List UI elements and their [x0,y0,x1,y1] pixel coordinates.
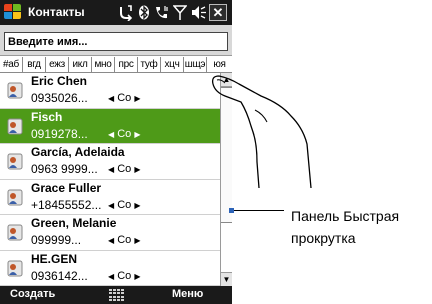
phone-signal-icon[interactable] [154,4,170,21]
contact-type-selector[interactable]: ◀ Со ▶ [108,234,141,246]
create-softkey[interactable]: Создать [10,288,55,300]
softkey-bar: Создать Меню [0,286,232,304]
contact-type-label: Со [117,269,132,282]
contact-row[interactable]: HE.GEN 0936142... ◀ Со ▶ [0,250,220,286]
alphabet-tab[interactable]: вгд [23,57,46,73]
contact-card-icon [7,118,23,134]
contact-list: Eric Chen 0935026... ◀ Со ▶ Fisch 091927… [0,73,220,286]
contact-type-selector[interactable]: ◀ Со ▶ [108,199,141,211]
contact-name: García, Adelaida [31,145,125,159]
alphabet-tab[interactable]: хцч [161,57,184,73]
contact-type-label: Со [117,92,132,104]
contact-name: Eric Chen [31,74,88,88]
alphabet-tab[interactable]: туф [138,57,161,73]
contact-type-label: Со [117,127,132,140]
title-bar: Контакты ✕ [0,0,232,25]
contact-phone: 0963 9999... [31,162,98,176]
callout-marker [229,208,234,213]
contact-type-selector[interactable]: ◀ Со ▶ [108,92,141,104]
alphabet-tab[interactable]: прс [115,57,138,73]
contact-type-label: Со [117,198,132,211]
contact-phone: 0935026... [31,91,88,105]
start-menu-icon[interactable] [4,4,22,21]
contact-card-icon [7,224,23,241]
search-bar [0,25,232,56]
contact-row[interactable]: García, Adelaida 0963 9999... ◀ Со ▶ [0,144,220,180]
contact-row[interactable]: Eric Chen 0935026... ◀ Со ▶ [0,73,220,109]
keyboard-icon[interactable] [109,289,124,301]
contact-type-label: Со [117,234,132,246]
contact-name: Fisch [31,109,63,124]
bluetooth-icon[interactable] [138,4,150,21]
contact-card-icon [7,153,23,170]
volume-icon[interactable] [191,4,207,21]
contact-row[interactable]: Green, Melanie 099999... ◀ Со ▶ [0,215,220,251]
contact-type-selector[interactable]: ◀ Со ▶ [108,270,141,282]
alphabet-tab[interactable]: ежз [46,57,69,73]
contact-name: Green, Melanie [31,216,117,230]
alphabet-tab[interactable]: икл [69,57,92,73]
contact-card-icon [7,82,23,99]
alphabet-tab[interactable]: мно [92,57,115,73]
signal-strength-icon[interactable] [172,4,188,21]
contact-card-icon [7,260,23,276]
contact-phone: +18455552... [31,197,102,212]
contact-phone: 099999... [31,233,82,247]
contact-phone: 0919278... [31,126,88,141]
contact-card-icon [7,189,23,205]
callout-label: Панель Быстрая прокрутка [291,208,400,246]
contact-type-selector[interactable]: ◀ Со ▶ [108,128,141,140]
contact-name: Grace Fuller [31,180,102,195]
contact-row-selected[interactable]: Fisch 0919278... ◀ Со ▶ [0,108,220,144]
contact-row[interactable]: Grace Fuller +18455552... ◀ Со ▶ [0,179,220,215]
callout-line [232,210,284,211]
alphabet-tab[interactable]: #аб [0,57,23,73]
scroll-down-button[interactable]: ▼ [221,272,232,286]
contact-phone: 0936142... [31,268,88,283]
contact-name: HE.GEN [31,251,78,266]
search-input[interactable] [4,32,228,51]
close-button[interactable]: ✕ [209,4,227,21]
finger-illustration [211,75,312,189]
contact-type-label: Со [117,163,132,175]
sync-icon[interactable] [118,4,134,22]
contact-type-selector[interactable]: ◀ Со ▶ [108,163,141,175]
app-title: Контакты [28,5,85,19]
menu-softkey[interactable]: Меню [172,288,203,300]
